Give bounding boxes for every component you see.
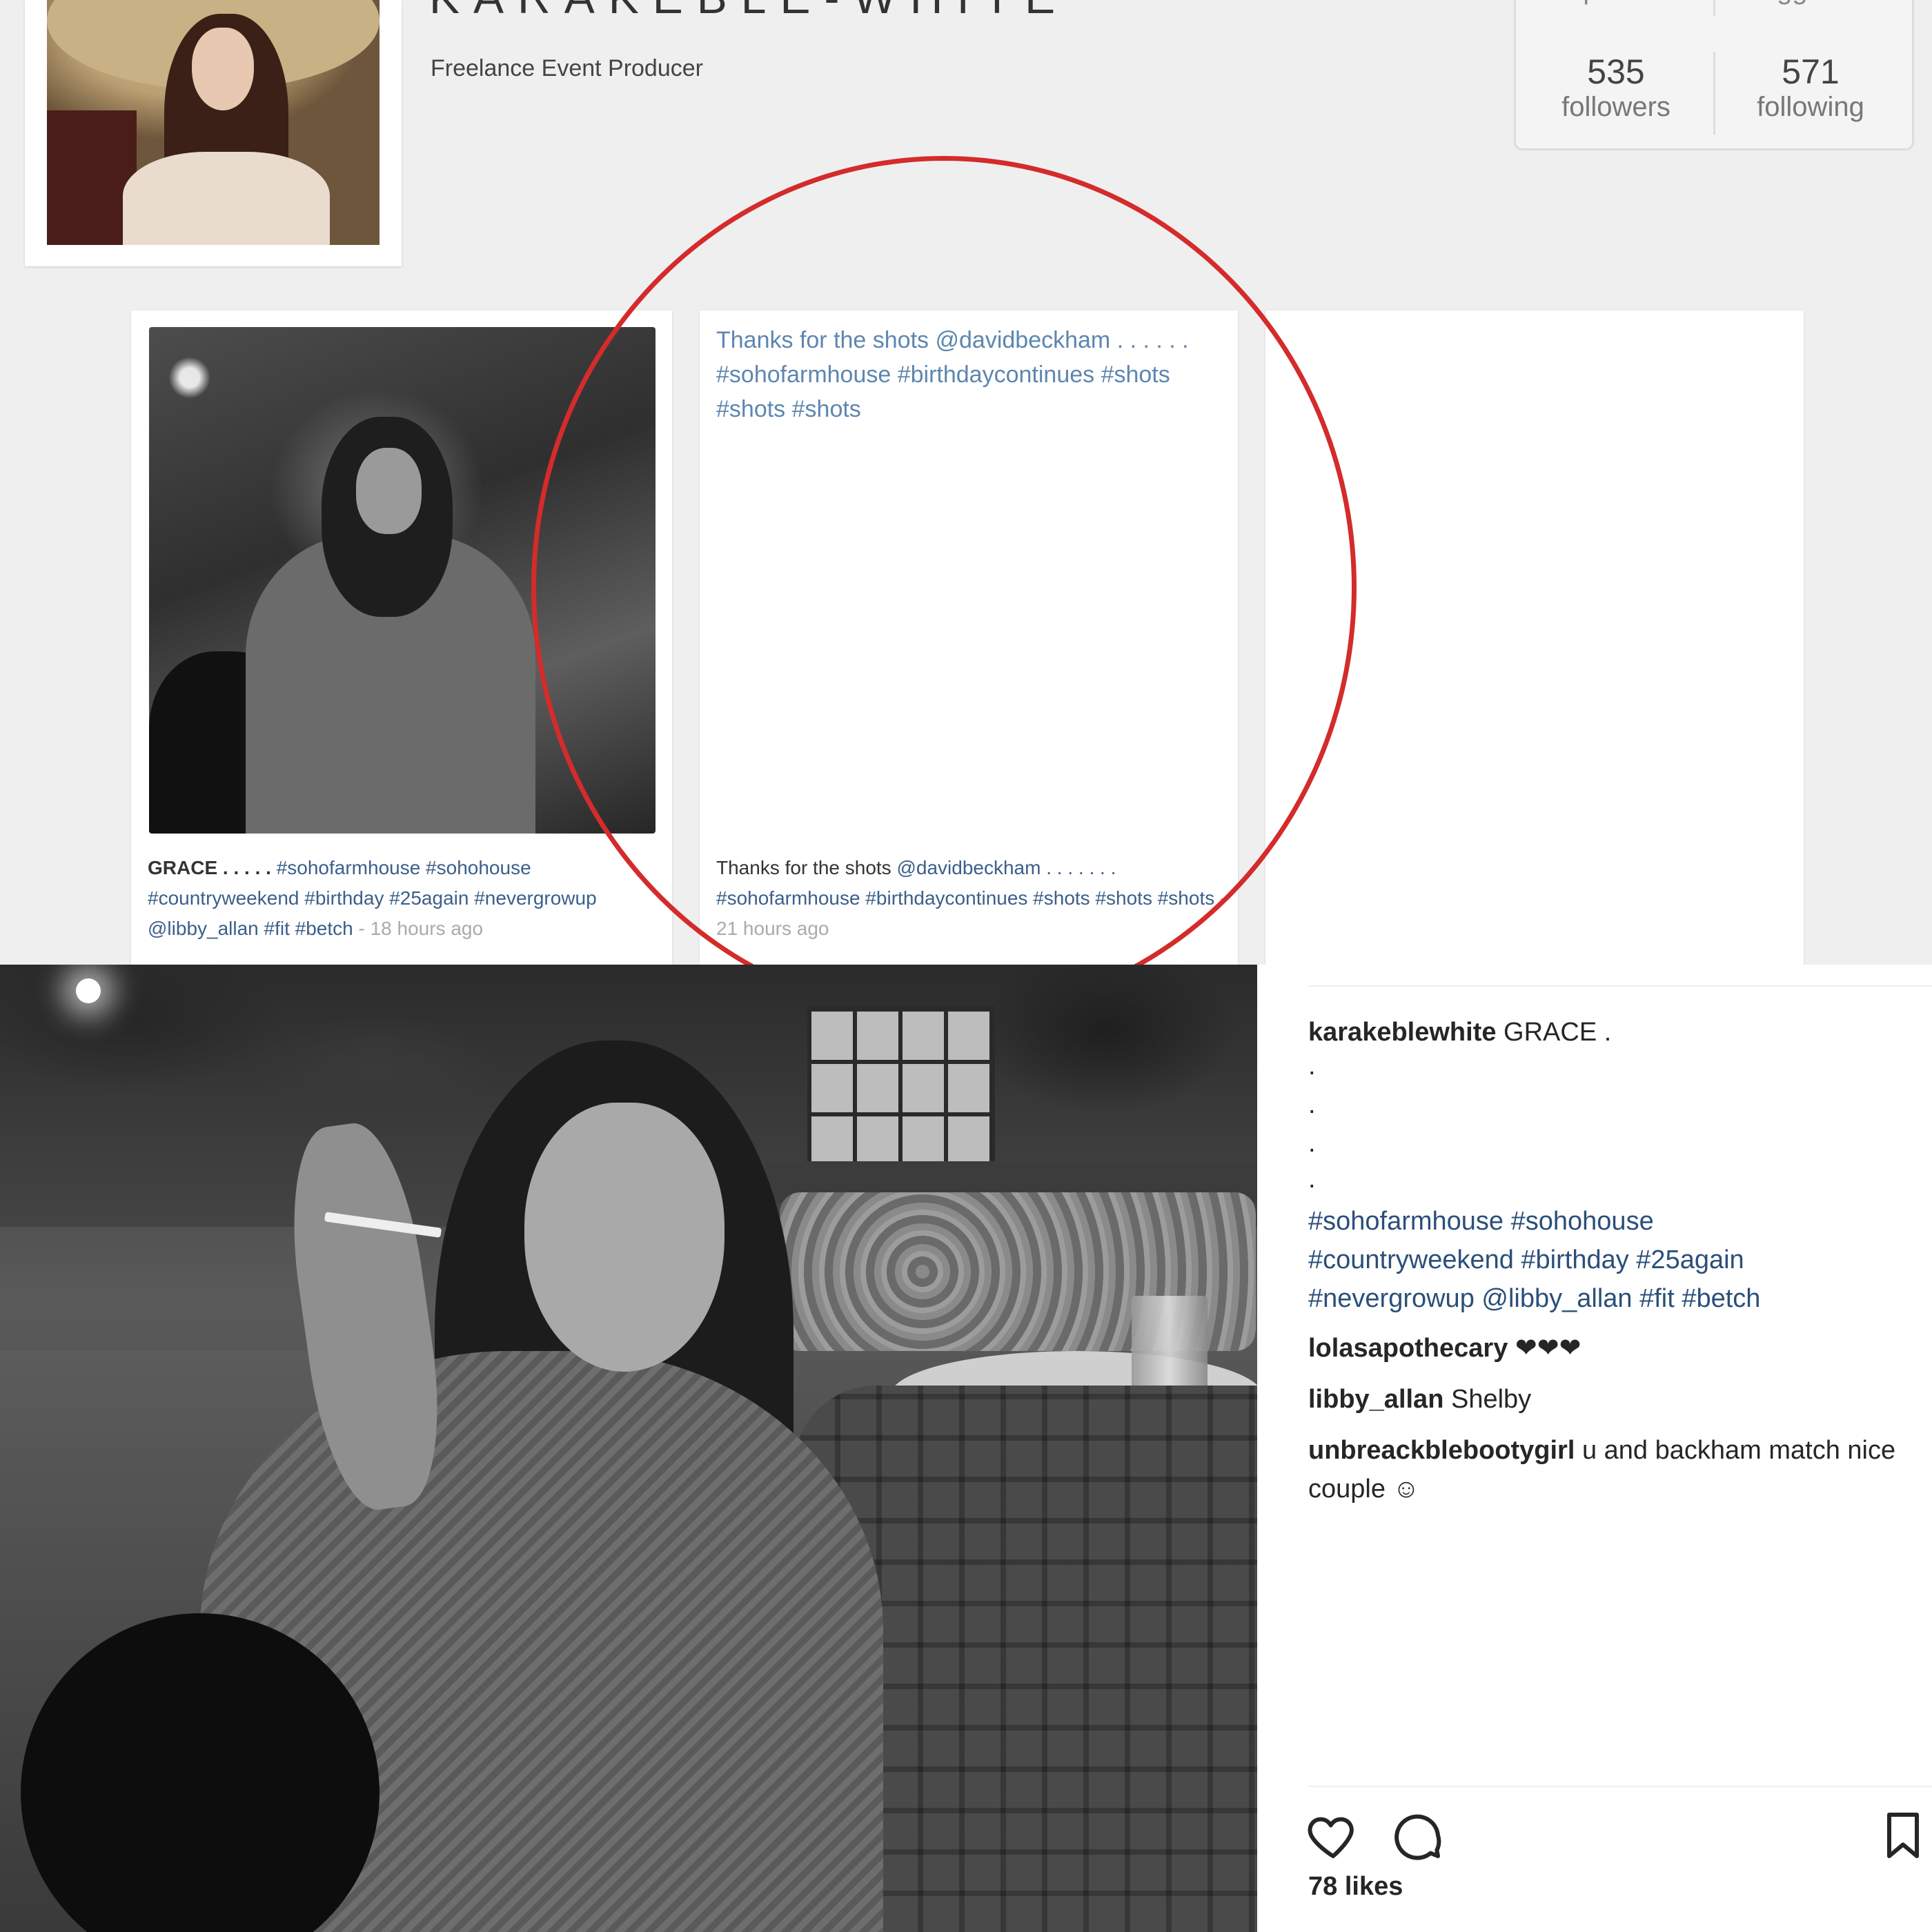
profile-page: KARAKEBLE-WHITE Freelance Event Producer… xyxy=(0,0,1932,965)
post-time: - 18 hours ago xyxy=(353,918,484,939)
comment-user[interactable]: libby_allan xyxy=(1308,1385,1443,1414)
followers-stat[interactable]: 535 followers xyxy=(1523,52,1709,123)
comment-row: libby_allan Shelby xyxy=(1308,1380,1915,1419)
tagged-label[interactable]: tagged in xyxy=(1717,0,1904,6)
comment-text: ❤❤❤ xyxy=(1515,1334,1581,1363)
post-hashtags[interactable]: #sohofarmhouse #sohohouse #countryweeken… xyxy=(1308,1202,1833,1318)
post-caption-row: karakeblewhite GRACE . xyxy=(1308,1013,1915,1052)
post-photo[interactable] xyxy=(0,965,1257,1932)
post-comment-panel: karakeblewhite GRACE . . . . . #sohofarm… xyxy=(1257,965,1932,1932)
profile-avatar[interactable] xyxy=(47,0,379,245)
bookmark-icon[interactable] xyxy=(1875,1808,1931,1863)
caption-dot: . xyxy=(1308,1090,1316,1119)
likes-count[interactable]: 78 likes xyxy=(1308,1872,1403,1902)
highlight-circle xyxy=(531,156,1357,965)
comment-user[interactable]: lolasapothecary xyxy=(1308,1334,1508,1363)
profile-avatar-frame xyxy=(25,0,402,266)
caption-dot: . xyxy=(1308,1165,1316,1194)
comment-row: lolasapothecary ❤❤❤ xyxy=(1308,1329,1915,1368)
panel-divider xyxy=(1308,985,1932,987)
stats-divider xyxy=(1713,52,1715,135)
comment-row: unbreackblebootygirl u and backham match… xyxy=(1308,1431,1915,1508)
post-author[interactable]: karakeblewhite xyxy=(1308,1018,1496,1047)
following-label: following xyxy=(1757,92,1864,122)
following-stat[interactable]: 571 following xyxy=(1717,52,1904,123)
comment-text: Shelby xyxy=(1450,1385,1532,1414)
profile-role: Freelance Event Producer xyxy=(431,55,703,81)
heart-icon[interactable] xyxy=(1305,1808,1361,1863)
posts-label[interactable]: posts xyxy=(1523,0,1709,6)
panel-divider xyxy=(1308,1786,1932,1787)
followers-label: followers xyxy=(1561,92,1670,122)
profile-stats: posts tagged in 535 followers 571 follow… xyxy=(1514,0,1914,150)
followers-count: 535 xyxy=(1587,52,1645,91)
caption-lead: GRACE . . . . . xyxy=(148,857,271,878)
caption-dot: . xyxy=(1308,1129,1316,1158)
post-caption: GRACE . . . . . #sohofarmhouse #sohohous… xyxy=(148,853,658,944)
profile-name: KARAKEBLE-WHITE xyxy=(429,0,1069,23)
caption-dot: . xyxy=(1308,1052,1316,1081)
stats-divider xyxy=(1713,0,1715,16)
following-count: 571 xyxy=(1782,52,1840,91)
comment-user[interactable]: unbreackblebootygirl xyxy=(1308,1436,1575,1465)
post-caption-text: GRACE . xyxy=(1504,1018,1612,1047)
comment-icon[interactable] xyxy=(1390,1808,1445,1863)
